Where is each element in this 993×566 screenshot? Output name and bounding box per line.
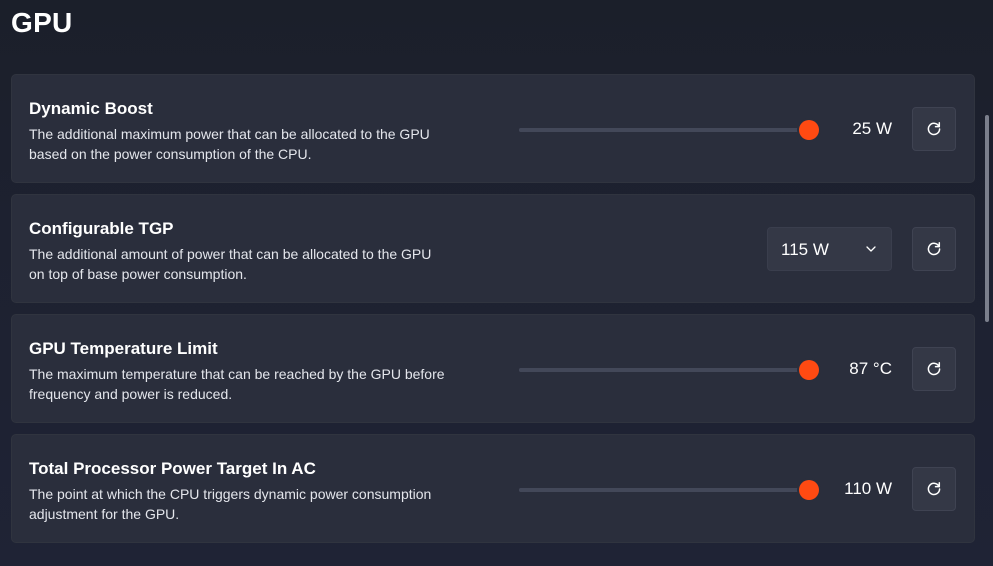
dynamic-boost-card: Dynamic Boost The additional maximum pow… — [11, 74, 975, 183]
gpu-temperature-limit-card: GPU Temperature Limit The maximum temper… — [11, 314, 975, 423]
dynamic-boost-slider[interactable] — [519, 120, 821, 140]
dynamic-boost-title: Dynamic Boost — [29, 99, 153, 118]
total-processor-power-target-title: Total Processor Power Target In AC — [29, 459, 316, 478]
total-processor-power-target-description: The point at which the CPU triggers dyna… — [29, 484, 489, 524]
refresh-icon — [927, 362, 941, 376]
total-processor-power-target-value: 110 W — [844, 479, 892, 498]
configurable-tgp-dropdown[interactable]: 115 W — [767, 227, 892, 271]
dynamic-boost-slider-thumb[interactable] — [798, 120, 819, 140]
configurable-tgp-description-line-1: The additional amount of power that can … — [29, 246, 432, 262]
dynamic-boost-description: The additional maximum power that can be… — [29, 124, 489, 164]
total-processor-power-target-reset-button[interactable] — [912, 467, 956, 511]
configurable-tgp-title: Configurable TGP — [29, 219, 174, 238]
gpu-temperature-limit-value: 87 °C — [849, 359, 892, 378]
vertical-scrollbar[interactable] — [985, 115, 989, 322]
gpu-temperature-limit-reset-button[interactable] — [912, 347, 956, 391]
total-processor-power-target-description-line-2: adjustment for the GPU. — [29, 506, 180, 522]
configurable-tgp-description-line-2: on top of base power consumption. — [29, 266, 247, 282]
total-processor-power-target-description-line-1: The point at which the CPU triggers dyna… — [29, 486, 432, 502]
gpu-temperature-limit-description: The maximum temperature that can be reac… — [29, 364, 489, 404]
configurable-tgp-dropdown-value: 115 W — [781, 240, 829, 259]
total-processor-power-target-slider-thumb[interactable] — [798, 480, 819, 500]
dynamic-boost-reset-button[interactable] — [912, 107, 956, 151]
configurable-tgp-reset-button[interactable] — [912, 227, 956, 271]
dynamic-boost-slider-fill — [519, 128, 809, 132]
configurable-tgp-description: The additional amount of power that can … — [29, 244, 489, 284]
total-processor-power-target-card: Total Processor Power Target In AC The p… — [11, 434, 975, 543]
gpu-temperature-limit-slider-fill — [519, 368, 809, 372]
chevron-down-icon — [866, 246, 876, 252]
gpu-temperature-limit-slider[interactable] — [519, 360, 821, 380]
configurable-tgp-card: Configurable TGP The additional amount o… — [11, 194, 975, 303]
gpu-temperature-limit-description-line-2: frequency and power is reduced. — [29, 386, 233, 402]
refresh-icon — [927, 242, 941, 256]
page-title: GPU — [11, 7, 73, 38]
gpu-temperature-limit-description-line-1: The maximum temperature that can be reac… — [29, 366, 445, 382]
dynamic-boost-description-line-2: based on the power consumption of the CP… — [29, 146, 312, 162]
total-processor-power-target-slider-fill — [519, 488, 809, 492]
dynamic-boost-description-line-1: The additional maximum power that can be… — [29, 126, 430, 142]
refresh-icon — [927, 482, 941, 496]
dynamic-boost-value: 25 W — [852, 119, 892, 138]
gpu-temperature-limit-slider-thumb[interactable] — [798, 360, 819, 380]
total-processor-power-target-slider[interactable] — [519, 480, 821, 500]
gpu-temperature-limit-title: GPU Temperature Limit — [29, 339, 218, 358]
refresh-icon — [927, 122, 941, 136]
